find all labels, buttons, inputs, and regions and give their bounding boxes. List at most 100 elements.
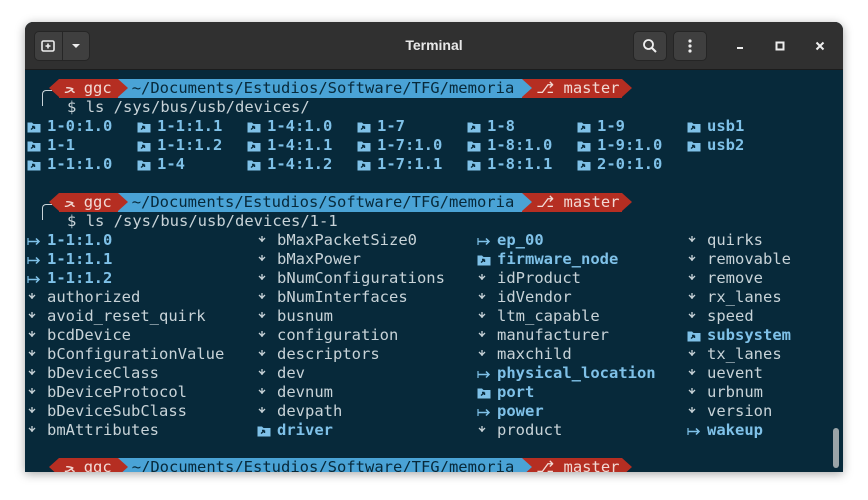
listing-entry: physical_location (477, 364, 656, 383)
listing-entry: bMaxPower (257, 250, 361, 269)
entry-name: bDeviceProtocol (47, 383, 187, 401)
listing-entry: busnum (257, 307, 333, 326)
close-button[interactable] (809, 35, 831, 57)
command-text: ls /sys/bus/usb/devices/1-1 (85, 212, 338, 230)
file-glyph-icon (257, 402, 277, 421)
prompt-powerline: ﺤ ggc ~/Documents/Estudios/Software/TFG/… (49, 193, 632, 212)
entry-name: bDeviceSubClass (47, 402, 187, 420)
folder-link-icon (27, 155, 47, 174)
listing-entry: authorized (27, 288, 140, 307)
file-glyph-icon (257, 326, 277, 345)
git-branch-icon: ⎇ (536, 458, 564, 472)
prompt-symbol: $ (67, 212, 77, 230)
main-menu-button[interactable] (673, 31, 707, 61)
entry-name: 1-8:1.1 (487, 155, 553, 173)
file-glyph-icon (687, 250, 707, 269)
entry-name: descriptors (277, 345, 380, 363)
entry-name: urbnum (707, 383, 763, 401)
entry-name: power (497, 402, 544, 420)
prompt-path: ~/Documents/Estudios/Software/TFG/memori… (117, 79, 523, 98)
listing-entry: 1-9:1.0 (577, 136, 662, 155)
entry-name: 1-1 (47, 136, 75, 154)
folder-link-icon (467, 155, 487, 174)
file-glyph-icon (257, 231, 277, 250)
listing-entry: driver (257, 421, 333, 440)
file-glyph-icon (477, 345, 497, 364)
listing-entry: 1-0:1.0 (27, 117, 112, 136)
entry-name: tx_lanes (707, 345, 782, 363)
file-glyph-icon (687, 288, 707, 307)
listing-entry: usb2 (687, 136, 744, 155)
folder-link-icon (467, 136, 487, 155)
listing-entry: idVendor (477, 288, 572, 307)
scrollbar-thumb[interactable] (833, 428, 839, 468)
entry-name: 1-1:1.1 (157, 117, 223, 135)
command-text: ls /sys/bus/usb/devices/ (85, 98, 310, 116)
search-button[interactable] (633, 31, 667, 61)
prompt-user-segment: ﺤ ggc (59, 458, 118, 472)
folder-link-icon (247, 117, 267, 136)
listing-entry: product (477, 421, 562, 440)
folder-link-icon (27, 117, 47, 136)
listing-entry: 1-7:1.1 (357, 155, 442, 174)
entry-name: wakeup (707, 421, 763, 439)
entry-name: 1-9:1.0 (597, 136, 663, 154)
folder-link-icon (687, 117, 707, 136)
close-icon (815, 41, 825, 51)
entry-name: bcdDevice (47, 326, 131, 344)
terminal-output[interactable]: ﺤ ggc ~/Documents/Estudios/Software/TFG/… (25, 70, 843, 472)
listing-entry: bNumConfigurations (257, 269, 445, 288)
file-glyph-icon (257, 288, 277, 307)
symlink-arrow-icon (687, 421, 707, 440)
minimize-button[interactable] (729, 35, 751, 57)
entry-name: bMaxPower (277, 250, 361, 268)
listing-entry: avoid_reset_quirk (27, 307, 206, 326)
prompt-user: ggc (83, 193, 112, 211)
folder-link-icon (247, 155, 267, 174)
entry-name: idProduct (497, 269, 581, 287)
file-glyph-icon (257, 250, 277, 269)
entry-name: bMaxPacketSize0 (277, 231, 417, 249)
listing-entry: urbnum (687, 383, 763, 402)
entry-name: remove (707, 269, 763, 287)
file-glyph-icon (257, 364, 277, 383)
folder-link-icon (357, 117, 377, 136)
listing-entry: 1-9 (577, 117, 625, 136)
entry-name: 1-1:1.0 (47, 231, 113, 249)
prompt-branch: master (563, 193, 620, 211)
file-glyph-icon (687, 231, 707, 250)
listing-entry: bDeviceProtocol (27, 383, 187, 402)
folder-link-icon (687, 136, 707, 155)
listing-entry: wakeup (687, 421, 763, 440)
listing-entry: 1-1:1.1 (27, 250, 112, 269)
entry-name: bNumConfigurations (277, 269, 445, 287)
user-glyph-icon: ﺤ (65, 193, 84, 211)
prompt-user: ggc (83, 79, 112, 97)
folder-link-icon (577, 155, 597, 174)
file-glyph-icon (257, 269, 277, 288)
powerline-separator (522, 79, 533, 97)
listing-entry: bMaxPacketSize0 (257, 231, 417, 250)
listing-entry: uevent (687, 364, 763, 383)
listing-entry: 1-1:1.0 (27, 155, 112, 174)
prompt-path: ~/Documents/Estudios/Software/TFG/memori… (117, 458, 523, 472)
folder-link-icon (27, 136, 47, 155)
entry-name: ep_00 (497, 231, 544, 249)
maximize-button[interactable] (769, 35, 791, 57)
listing-entry: ltm_capable (477, 307, 600, 326)
entry-name: 1-1:1.2 (157, 136, 223, 154)
command-line: $ ls /sys/bus/usb/devices/1-1 (67, 212, 338, 231)
entry-name: 2-0:1.0 (597, 155, 663, 173)
listing-entry: rx_lanes (687, 288, 782, 307)
listing-entry: removable (687, 250, 791, 269)
entry-name: bConfigurationValue (47, 345, 225, 363)
powerline-separator (522, 458, 533, 472)
entry-name: 1-1:1.0 (47, 155, 113, 173)
listing-entry: quirks (687, 231, 763, 250)
file-glyph-icon (477, 269, 497, 288)
listing-entry: bmAttributes (27, 421, 159, 440)
user-glyph-icon: ﺤ (65, 458, 84, 472)
entry-name: 1-4:1.1 (267, 136, 333, 154)
file-glyph-icon (687, 402, 707, 421)
powerline-separator (117, 458, 128, 472)
